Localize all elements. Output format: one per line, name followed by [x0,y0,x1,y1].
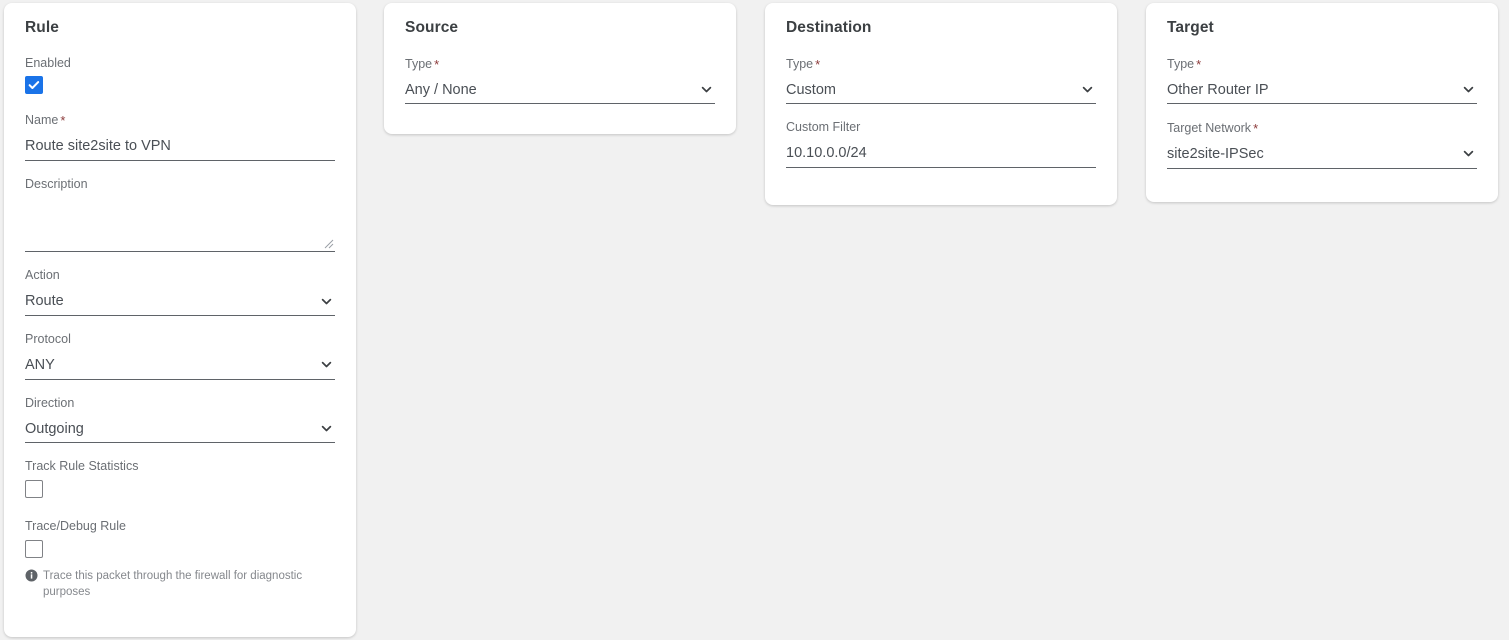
chevron-down-icon [1462,83,1475,96]
description-textarea[interactable] [25,197,335,253]
action-field: Action Route [25,268,335,317]
description-field: Description [25,177,335,253]
protocol-label: Protocol [25,332,71,347]
chevron-down-icon [320,422,333,435]
target-network-field: Target Network * site2site-IPSec [1167,120,1477,169]
required-asterisk: * [1253,121,1259,137]
direction-field: Direction Outgoing [25,396,335,444]
custom-filter-input-value: 10.10.0.0/24 [786,145,867,162]
trace-debug-rule-hint: Trace this packet through the firewall f… [25,568,330,601]
required-asterisk: * [434,56,440,72]
trace-debug-rule-checkbox[interactable] [25,539,43,558]
required-asterisk: * [1196,56,1202,72]
target-type-field: Type * Other Router IP [1167,56,1477,105]
chevron-down-icon [1462,147,1475,160]
info-icon [25,569,38,582]
action-label: Action [25,268,60,283]
destination-type-field: Type * Custom [786,56,1096,105]
destination-panel-title: Destination [786,19,872,36]
direction-label: Direction [25,395,75,410]
track-rule-statistics-label: Track Rule Statistics [25,459,139,474]
destination-type-label: Type * [786,56,821,72]
target-network-label: Target Network * [1167,121,1259,137]
source-type-label: Type * [405,56,440,72]
destination-panel: Destination Type * Custom Custom Filter 1… [765,3,1117,205]
target-network-select[interactable]: site2site-IPSec [1167,142,1477,169]
target-type-select-value: Other Router IP [1167,81,1269,98]
protocol-field: Protocol ANY [25,332,335,380]
required-asterisk: * [815,56,821,72]
protocol-select-value: ANY [25,357,55,374]
enabled-field: Enabled [25,56,335,97]
direction-select[interactable]: Outgoing [25,416,335,444]
protocol-select[interactable]: ANY [25,353,335,380]
track-rule-statistics-checkbox[interactable] [25,479,43,498]
source-type-select[interactable]: Any / None [405,77,715,105]
target-type-label: Type * [1167,56,1202,72]
name-label: Name * [25,113,66,129]
chevron-down-icon [1081,83,1094,96]
source-type-field: Type * Any / None [405,56,715,105]
track-rule-statistics-field: Track Rule Statistics [25,459,335,503]
action-select[interactable]: Route [25,289,335,317]
chevron-down-icon [320,358,333,371]
rule-panel-title: Rule [25,19,59,36]
source-panel-title: Source [405,19,459,36]
trace-debug-rule-field: Trace/Debug Rule Trace this packet throu… [25,519,335,601]
destination-type-select-value: Custom [786,81,836,98]
checkmark-icon [28,81,40,90]
chevron-down-icon [320,295,333,308]
custom-filter-input[interactable]: 10.10.0.0/24 [786,141,1096,168]
target-network-select-value: site2site-IPSec [1167,146,1264,163]
resize-grip-icon[interactable] [323,238,334,249]
name-input-value: Route site2site to VPN [25,138,171,155]
chevron-down-icon [700,83,713,96]
enabled-checkbox[interactable] [25,76,43,95]
description-label: Description [25,176,88,191]
name-field: Name * Route site2site to VPN [25,112,335,161]
direction-select-value: Outgoing [25,420,84,437]
target-type-select[interactable]: Other Router IP [1167,77,1477,105]
custom-filter-label: Custom Filter [786,120,861,135]
target-panel: Target Type * Other Router IP Target Netw… [1146,3,1498,202]
required-asterisk: * [60,113,66,129]
destination-type-select[interactable]: Custom [786,77,1096,105]
enabled-label: Enabled [25,55,71,70]
name-input[interactable]: Route site2site to VPN [25,134,335,161]
rule-panel: Rule Enabled Name * Route site2site to VP… [4,3,356,637]
source-panel: Source Type * Any / None [384,3,736,134]
trace-debug-rule-hint-text: Trace this packet through the firewall f… [43,569,303,599]
custom-filter-field: Custom Filter 10.10.0.0/24 [786,120,1096,168]
source-type-select-value: Any / None [405,81,477,98]
rule-editor-board: Rule Enabled Name * Route site2site to VP… [0,0,1509,640]
trace-debug-rule-label: Trace/Debug Rule [25,518,126,533]
target-panel-title: Target [1167,19,1214,36]
action-select-value: Route [25,293,64,310]
